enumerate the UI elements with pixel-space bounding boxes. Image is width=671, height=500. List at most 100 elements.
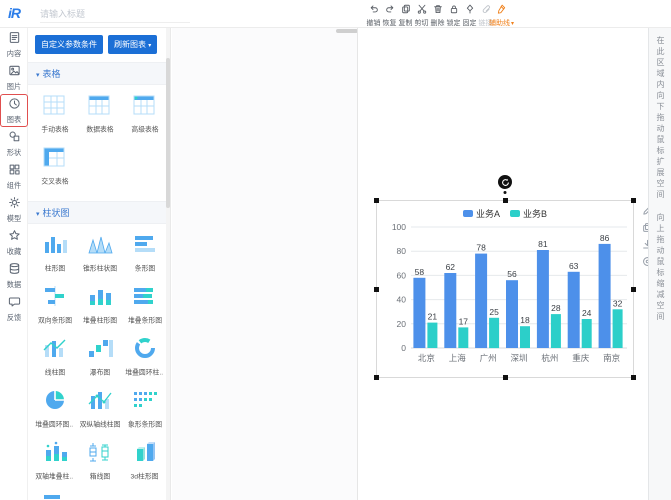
chart-type-linebar[interactable]: 线柱图: [32, 336, 77, 378]
selection-handle-w[interactable]: [374, 287, 379, 292]
canvas-page[interactable]: 业务A 业务B 0204060801005821北京6217上海7825广州56…: [357, 28, 648, 500]
tool-guide-pen[interactable]: 辅助线▾: [494, 1, 509, 27]
chart-type-label: 堆叠圆环图..: [36, 420, 74, 429]
sidebar-item-5-component[interactable]: 组件: [0, 160, 28, 193]
sidebar-item-8-database[interactable]: 数据: [0, 259, 28, 292]
pin-icon: [465, 1, 475, 19]
collapse-triangle-icon: ▾: [36, 211, 40, 218]
chart-type-donutbar[interactable]: 堆叠圆环柱..: [122, 336, 167, 378]
tool-trash[interactable]: 删除: [430, 1, 445, 27]
selection-handle-ne[interactable]: [631, 198, 636, 203]
chart-type-hbars[interactable]: 条形图: [122, 232, 167, 274]
chart-type-label: 双向条形图: [38, 316, 72, 325]
section-header-1[interactable]: ▾表格: [28, 62, 170, 85]
tool-redo[interactable]: 恢复: [382, 1, 397, 27]
chart-type-bar3d[interactable]: 3d柱形图: [122, 440, 167, 482]
svg-text:上海: 上海: [449, 353, 467, 363]
document-icon: [8, 31, 21, 49]
panel-scrollbar[interactable]: [166, 28, 170, 500]
selection-handle-se[interactable]: [631, 375, 636, 380]
bidir-icon: [40, 284, 70, 313]
sidebar-item-3-chart-clock[interactable]: 图表: [0, 94, 28, 127]
sidebar-item-6-gear[interactable]: 模型: [0, 193, 28, 226]
chart-type-boxplot[interactable]: 箱线图: [77, 440, 122, 482]
chart-type-label: 柱形图: [44, 264, 64, 273]
table-cross-icon: [40, 145, 70, 174]
donutbar-icon: [130, 336, 160, 365]
chart-type-stackv[interactable]: 堆叠柱形图: [77, 284, 122, 326]
svg-text:60: 60: [397, 270, 407, 280]
chart-type-bars[interactable]: 柱形图: [32, 232, 77, 274]
resize-hint-strip[interactable]: 在此区域内向下拖动鼠标扩展空间 向上拖动鼠标缩减空间: [648, 28, 671, 500]
selection-handle-nw[interactable]: [374, 198, 379, 203]
waterfall-icon: [85, 336, 115, 365]
selection-handle-sw[interactable]: [374, 375, 379, 380]
sidebar-item-label: 内容: [7, 50, 21, 59]
svg-text:18: 18: [520, 315, 530, 325]
svg-text:78: 78: [476, 243, 486, 253]
svg-text:17: 17: [459, 316, 469, 326]
chart-type-label: 堆叠条形图: [128, 316, 162, 325]
chart-type-label: 锥形柱状图: [83, 264, 117, 273]
chart-type-label: 交叉表格: [41, 177, 68, 186]
sidebar-item-label: 反馈: [7, 314, 21, 323]
custom-params-button[interactable]: 自定义参数条件: [35, 35, 103, 54]
chart-type-table-cross[interactable]: 交叉表格: [32, 145, 77, 187]
tool-copy[interactable]: 复制: [398, 1, 413, 27]
panel-buttons: 自定义参数条件刷新图表 ▾: [28, 28, 170, 62]
chart-type-table-header[interactable]: 数据表格: [77, 93, 122, 135]
chart-type-waterfall[interactable]: 瀑布图: [77, 336, 122, 378]
chart-type-label: 数据表格: [86, 125, 113, 134]
tool-label: 锁定: [447, 19, 461, 28]
rotate-handle-icon[interactable]: [498, 175, 512, 189]
sidebar-item-9-feedback[interactable]: 反馈: [0, 292, 28, 325]
chart-type-dualline[interactable]: 双纵轴线柱图: [77, 388, 122, 430]
refresh-chart-button[interactable]: 刷新图表 ▾: [108, 35, 157, 54]
chart-type-table-adv[interactable]: 高级表格: [122, 93, 167, 135]
tool-undo[interactable]: 撤销: [366, 1, 381, 27]
sidebar-item-label: 模型: [7, 215, 21, 224]
database-icon: [8, 262, 21, 280]
dualstack-icon: [40, 440, 70, 469]
section-header-2[interactable]: ▾柱状图: [28, 201, 170, 224]
chart-type-cone[interactable]: 锥形柱状图: [77, 232, 122, 274]
svg-text:24: 24: [582, 308, 592, 318]
tool-label: 剪切: [415, 19, 429, 28]
chart-type-stackh[interactable]: 堆叠条形图: [122, 284, 167, 326]
chart-type-label: 双轴堆叠柱..: [36, 472, 74, 481]
sidebar-item-1-document[interactable]: 内容: [0, 28, 28, 61]
chart-type-label: 3d柱形图: [131, 472, 159, 481]
tool-lock[interactable]: 锁定: [446, 1, 461, 27]
redo-icon: [385, 1, 395, 19]
panel-scrollbar-thumb[interactable]: [166, 58, 170, 208]
cut-icon: [417, 1, 427, 19]
sidebar-item-label: 收藏: [7, 248, 21, 257]
sidebar-item-4-shapes[interactable]: 形状: [0, 127, 28, 160]
sidebar-item-label: 图片: [7, 83, 21, 92]
tool-label: 删除: [431, 19, 445, 28]
sidebar-item-label: 组件: [7, 182, 21, 191]
sidebar-item-7-star[interactable]: 收藏: [0, 226, 28, 259]
selection-handle-s[interactable]: [503, 375, 508, 380]
tool-cut[interactable]: 剪切: [414, 1, 429, 27]
chart-type-table[interactable]: 手动表格: [32, 93, 77, 135]
donutpie-icon: [40, 388, 70, 417]
chart-type-percent[interactable]: 30% 百分比条形图: [32, 492, 77, 500]
chart-type-bidir[interactable]: 双向条形图: [32, 284, 77, 326]
chart-object[interactable]: 业务A 业务B 0204060801005821北京6217上海7825广州56…: [376, 200, 634, 378]
chart-type-donutpie[interactable]: 堆叠圆环图..: [32, 388, 77, 430]
canvas-workspace[interactable]: 业务A 业务B 0204060801005821北京6217上海7825广州56…: [172, 28, 648, 500]
title-input[interactable]: [40, 5, 190, 23]
selection-handle-n[interactable]: [503, 198, 508, 203]
chart-type-dualstack[interactable]: 双轴堆叠柱..: [32, 440, 77, 482]
component-icon: [8, 163, 21, 181]
svg-text:广州: 广州: [480, 353, 497, 363]
chart-type-label: 双纵轴线柱图: [79, 420, 120, 429]
chart-type-picto[interactable]: 象形条形图: [122, 388, 167, 430]
tool-pin[interactable]: 固定: [462, 1, 477, 27]
sidebar-item-label: 形状: [7, 149, 21, 158]
sidebar-item-2-image[interactable]: 图片: [0, 61, 28, 94]
top-bar: iR 撤销 恢复 复制 剪切 删除 锁定 固定 链接 辅助线▾: [0, 0, 671, 28]
selection-handle-e[interactable]: [631, 287, 636, 292]
canvas-scrollbar[interactable]: [336, 29, 358, 33]
